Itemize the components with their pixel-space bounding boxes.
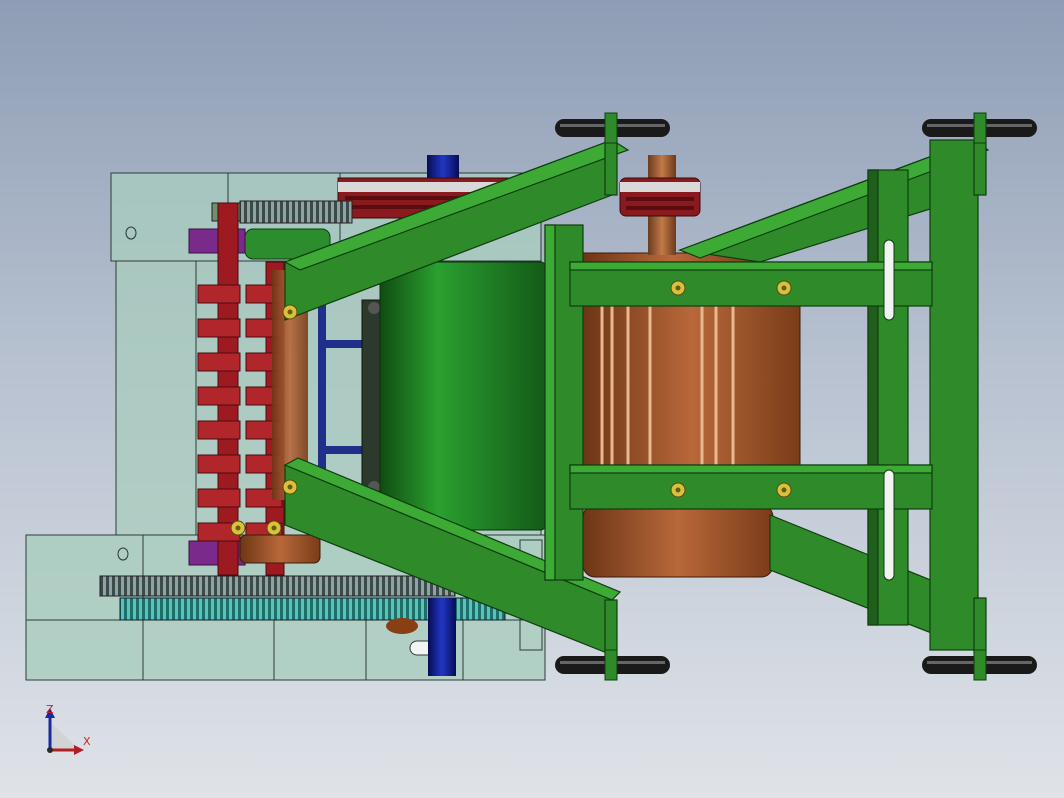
- roller-tooth: [197, 488, 241, 508]
- machine-3d-model[interactable]: Z X: [0, 0, 1064, 798]
- bolt-center: [287, 484, 293, 490]
- roller-tooth: [197, 454, 241, 474]
- bolt-center: [235, 525, 241, 531]
- triad-x-label: X: [83, 735, 91, 748]
- wheel-rear-top[interactable]: [922, 112, 1037, 144]
- bolt-center: [781, 487, 787, 493]
- roller-tooth: [197, 352, 241, 372]
- bolt-center: [675, 487, 681, 493]
- wheel-front-top[interactable]: [555, 112, 670, 144]
- roller-tooth: [197, 386, 241, 406]
- cad-viewport[interactable]: Z X: [0, 0, 1064, 798]
- bolt-center: [287, 309, 293, 315]
- motor[interactable]: [361, 261, 546, 531]
- triad-z-label: Z: [46, 703, 54, 716]
- bolt-center: [781, 285, 787, 291]
- bolt-center: [675, 285, 681, 291]
- wheel-front-bottom[interactable]: [555, 649, 670, 681]
- roller-tooth: [197, 284, 241, 304]
- roller-tooth: [197, 420, 241, 440]
- bolt-center: [271, 525, 277, 531]
- wheel-rear-bottom[interactable]: [922, 649, 1037, 681]
- top-pulley-right[interactable]: [619, 155, 701, 255]
- coordinate-triad-icon: Z X: [45, 703, 91, 755]
- roller-tooth: [197, 318, 241, 338]
